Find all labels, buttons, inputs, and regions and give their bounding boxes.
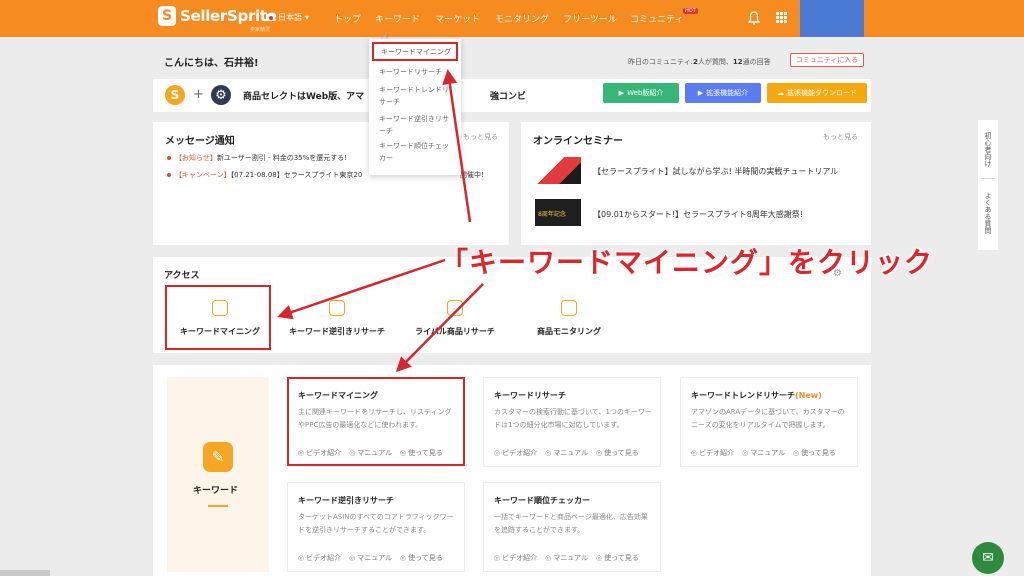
- nav-market[interactable]: マーケット: [435, 12, 480, 25]
- menu-item-reverse-asin-research[interactable]: キーワード逆引きリサーチ: [379, 113, 455, 137]
- promo-banner: S + ⚙ 商品セレクトはWeb版、アマ 強コンビ ▶ Web版紹介 ▶ 拡張機能紹…: [153, 79, 871, 112]
- logo-subtitle: 卖家精灵: [250, 27, 271, 33]
- nav-keyword[interactable]: キーワード: [375, 12, 420, 25]
- message-item[interactable]: 【お知らせ】新ユーザー割引 - 料金の35%を還元する!: [167, 153, 347, 163]
- highlight-box-access: [165, 285, 271, 350]
- play-icon: ▶: [697, 89, 704, 97]
- logo-icon: S: [158, 6, 176, 26]
- feature-card-keyword-trend[interactable]: キーワードトレンドリサーチ(New) アマゾンのARAデータに基づいて、カスタマ…: [680, 377, 858, 467]
- manual-link[interactable]: マニュアル: [545, 553, 588, 563]
- hot-badge: HOT: [683, 8, 698, 14]
- extension-gear-icon: ⚙: [211, 85, 231, 105]
- chat-icon[interactable]: ✉: [972, 542, 1004, 574]
- nav-monitoring[interactable]: モニタリング: [495, 12, 549, 25]
- nav-top[interactable]: トップ: [334, 12, 361, 25]
- bell-icon[interactable]: [748, 11, 760, 25]
- category-sidebar: [167, 377, 269, 572]
- japan-flag-icon: [266, 14, 275, 21]
- messages-more-link[interactable]: もっと見る: [463, 132, 498, 142]
- greeting-text: こんにちは、石井裕!: [164, 58, 259, 69]
- video-link[interactable]: ビデオ紹介: [691, 448, 734, 458]
- video-link[interactable]: ビデオ紹介: [494, 448, 537, 458]
- video-link[interactable]: ビデオ紹介: [298, 553, 341, 563]
- sellersprite-coin-icon: S: [165, 85, 185, 105]
- menu-item-keyword-research[interactable]: キーワードリサーチ: [379, 66, 455, 78]
- seminar-thumbnail[interactable]: 8周年記念: [535, 199, 581, 226]
- manual-link[interactable]: マニュアル: [545, 448, 588, 458]
- access-reverse-asin[interactable]: キーワード逆引きリサーチ: [285, 300, 389, 337]
- horizontal-scrollbar[interactable]: [0, 570, 50, 576]
- category-underline: [208, 505, 228, 507]
- language-label: 日本語: [278, 13, 302, 22]
- top-nav-bar: S SellerSprite 卖家精灵 日本語 ▾ トップ キーワード マーケッ…: [0, 0, 1024, 37]
- message-item-tail: 開催中!: [460, 171, 484, 179]
- user-account-area[interactable]: [800, 0, 864, 37]
- seminar-panel-title: オンラインセミナー: [533, 136, 623, 147]
- try-link[interactable]: 使って見る: [793, 448, 836, 458]
- manual-link[interactable]: マニュアル: [349, 553, 392, 563]
- nav-community[interactable]: コミュニティ: [630, 12, 683, 25]
- annotation-callout: 「キーワードマイニング」をクリック: [440, 246, 934, 279]
- keyword-dropdown-menu: キーワードマイニング キーワードリサーチ キーワードトレンドリサーチ キーワード…: [369, 39, 461, 175]
- feature-card-rank-checker[interactable]: キーワード順位チェッカー 一括でキーワードと商品ページ最適化、広告効果を追跡する…: [483, 482, 661, 572]
- access-title: アクセス: [164, 271, 200, 281]
- seminar-panel: オンラインセミナー もっと見る 【セラースプライト】試しながら学ぶ! 半時間の実…: [521, 122, 871, 245]
- try-link[interactable]: 使って見る: [596, 448, 639, 458]
- access-competitor-research[interactable]: ライバル商品リサーチ: [408, 300, 502, 337]
- feature-card-keyword-research[interactable]: キーワードリサーチ カスタマーの検索行動に基づいて、1つのキーワードは1つの細分…: [483, 377, 661, 467]
- chevron-down-icon: ▾: [305, 13, 310, 22]
- nav-free-tools[interactable]: フリーツール: [563, 12, 617, 25]
- new-badge: (New): [795, 391, 822, 400]
- message-item[interactable]: 【キャンペーン】【07.21-08.08】セラースプライト東京20: [167, 170, 362, 180]
- faq-tab[interactable]: よくある質問: [983, 183, 993, 243]
- video-link[interactable]: ビデオ紹介: [494, 553, 537, 563]
- highlight-box-card: [287, 377, 465, 466]
- logo[interactable]: S SellerSprite: [158, 6, 277, 26]
- language-selector[interactable]: 日本語 ▾: [266, 12, 309, 23]
- side-help-tabs[interactable]: 初心者向け よくある質問: [978, 120, 998, 250]
- category-label: キーワード: [193, 486, 239, 496]
- seminar-item-title[interactable]: 【09.01からスタート!】セラースプライト8周年大感謝祭!: [593, 209, 803, 220]
- menu-item-keyword-rank-checker[interactable]: キーワード順位チェッカー: [379, 140, 455, 164]
- cloud-download-icon: ☁: [777, 89, 784, 97]
- community-stats: 昨日のコミュニティ:2人が質問、12通の回答: [628, 58, 771, 66]
- feature-card-reverse-asin[interactable]: キーワード逆引きリサーチ ターゲットASINのすべてのコアトラフィックワードを逆…: [287, 482, 465, 572]
- menu-item-keyword-trend-research[interactable]: キーワードトレンドリサーチ: [379, 84, 455, 108]
- apps-grid-icon[interactable]: [776, 12, 787, 23]
- seminar-thumbnail[interactable]: [535, 157, 581, 184]
- try-link[interactable]: 使って見る: [596, 553, 639, 563]
- logo-text: SellerSprite: [180, 7, 277, 25]
- competitor-icon: [447, 300, 463, 316]
- try-link[interactable]: 使って見る: [400, 553, 443, 563]
- access-product-monitoring[interactable]: 商品モニタリング: [527, 300, 611, 337]
- beginner-tab[interactable]: 初心者向け: [983, 124, 993, 174]
- extension-intro-button[interactable]: ▶ 拡張機能紹介: [685, 83, 761, 103]
- join-community-button[interactable]: コミュニティに入る: [790, 53, 864, 67]
- banner-text-tail: 強コンビ: [490, 92, 527, 102]
- play-icon: ▶: [618, 89, 625, 97]
- manual-link[interactable]: マニュアル: [742, 448, 785, 458]
- extension-download-button[interactable]: ☁ 拡張機能ダウンロード: [767, 83, 867, 103]
- monitoring-icon: [561, 300, 577, 316]
- seminar-item-title[interactable]: 【セラースプライト】試しながら学ぶ! 半時間の実戦チュートリアル: [593, 166, 838, 177]
- plus-icon: +: [193, 87, 204, 102]
- seminar-more-link[interactable]: もっと見る: [823, 132, 858, 142]
- message-panel-title: メッセージ通知: [165, 136, 235, 147]
- keyword-category-icon: ✎: [203, 442, 233, 472]
- menu-item-keyword-mining[interactable]: キーワードマイニング: [372, 42, 458, 61]
- reverse-search-icon: [329, 300, 345, 316]
- web-intro-button[interactable]: ▶ Web版紹介: [603, 83, 679, 103]
- banner-text: 商品セレクトはWeb版、アマ: [243, 92, 365, 102]
